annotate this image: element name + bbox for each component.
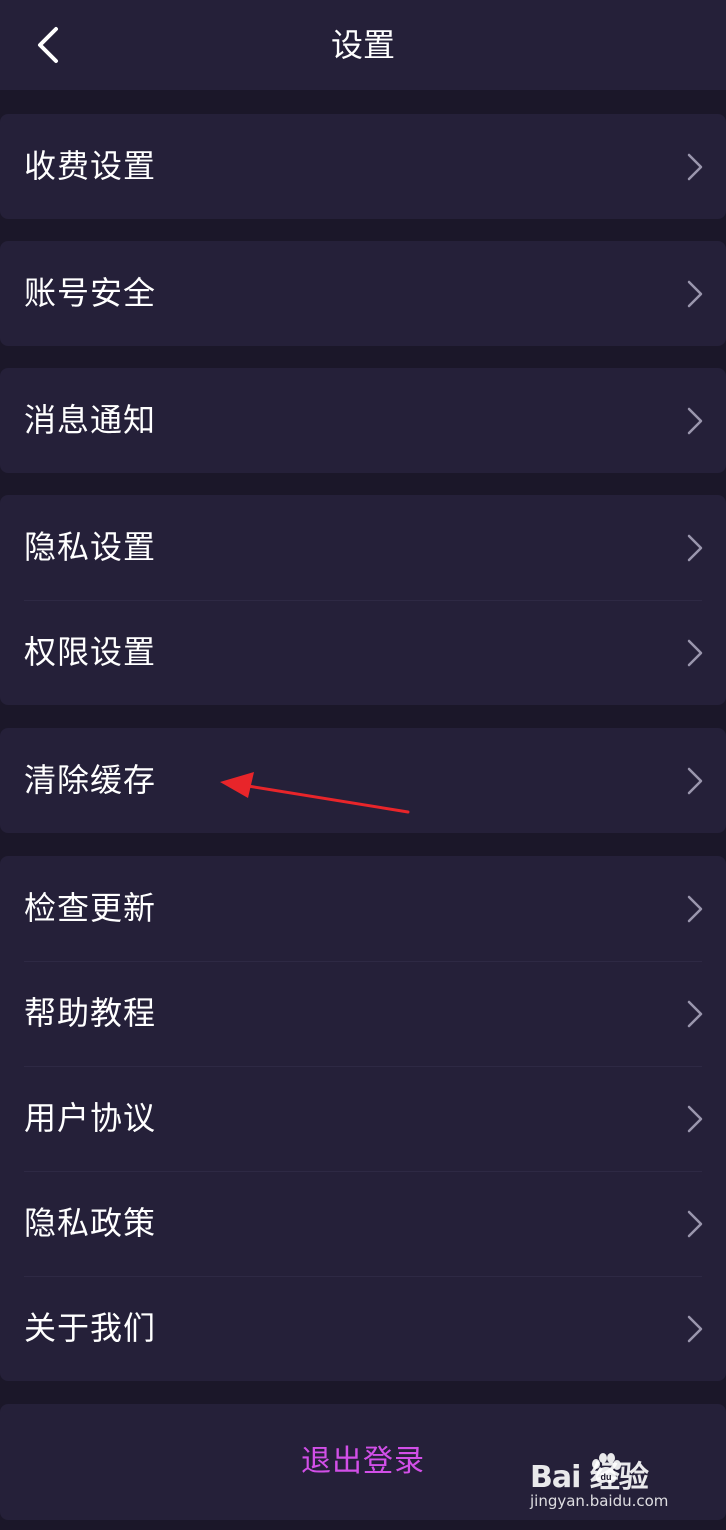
settings-group-privacy: 隐私设置 权限设置 (0, 495, 726, 705)
chevron-right-icon (687, 1000, 703, 1028)
settings-item-label: 关于我们 (24, 1309, 157, 1347)
settings-item-check-update[interactable]: 检查更新 (0, 856, 726, 961)
settings-item-label: 检查更新 (24, 889, 157, 927)
chevron-right-icon (687, 639, 703, 667)
settings-item-label: 账号安全 (24, 274, 157, 312)
settings-item-account-security[interactable]: 账号安全 (0, 241, 726, 346)
settings-item-fee-settings[interactable]: 收费设置 (0, 114, 726, 219)
settings-item-label: 帮助教程 (24, 994, 157, 1032)
settings-item-about-us[interactable]: 关于我们 (0, 1276, 726, 1381)
settings-item-help-tutorial[interactable]: 帮助教程 (0, 961, 726, 1066)
chevron-right-icon (687, 767, 703, 795)
settings-item-label: 收费设置 (24, 147, 157, 185)
chevron-right-icon (687, 153, 703, 181)
header-bar: 设置 (0, 0, 726, 90)
settings-group-fees: 收费设置 (0, 114, 726, 219)
baidu-jingyan-watermark: Bai 经验 du jingyan.baidu.com (530, 1452, 690, 1518)
chevron-right-icon (687, 407, 703, 435)
paw-logo-icon: du (592, 1453, 621, 1483)
settings-group-account: 账号安全 (0, 241, 726, 346)
settings-item-label: 权限设置 (24, 633, 157, 671)
settings-item-user-agreement[interactable]: 用户协议 (0, 1066, 726, 1171)
page-title: 设置 (330, 26, 395, 64)
settings-item-label: 清除缓存 (24, 761, 157, 799)
settings-item-permission-settings[interactable]: 权限设置 (0, 600, 726, 705)
chevron-right-icon (687, 534, 703, 562)
settings-item-privacy-policy[interactable]: 隐私政策 (0, 1171, 726, 1276)
settings-item-label: 用户协议 (24, 1099, 157, 1137)
settings-item-label: 隐私政策 (24, 1204, 157, 1242)
annotation-arrow-icon (220, 772, 410, 814)
chevron-right-icon (687, 895, 703, 923)
watermark-url: jingyan.baidu.com (530, 1492, 669, 1510)
settings-group-about: 检查更新 帮助教程 用户协议 隐私政策 关于我们 (0, 856, 726, 1381)
svg-text:du: du (601, 1472, 612, 1482)
settings-item-message-notifications[interactable]: 消息通知 (0, 368, 726, 473)
settings-item-label: 消息通知 (24, 401, 157, 439)
chevron-right-icon (687, 1315, 703, 1343)
chevron-right-icon (687, 280, 703, 308)
chevron-right-icon (687, 1105, 703, 1133)
settings-item-privacy-settings[interactable]: 隐私设置 (0, 495, 726, 600)
chevron-right-icon (687, 1210, 703, 1238)
settings-item-label: 隐私设置 (24, 528, 157, 566)
settings-group-notifications: 消息通知 (0, 368, 726, 473)
